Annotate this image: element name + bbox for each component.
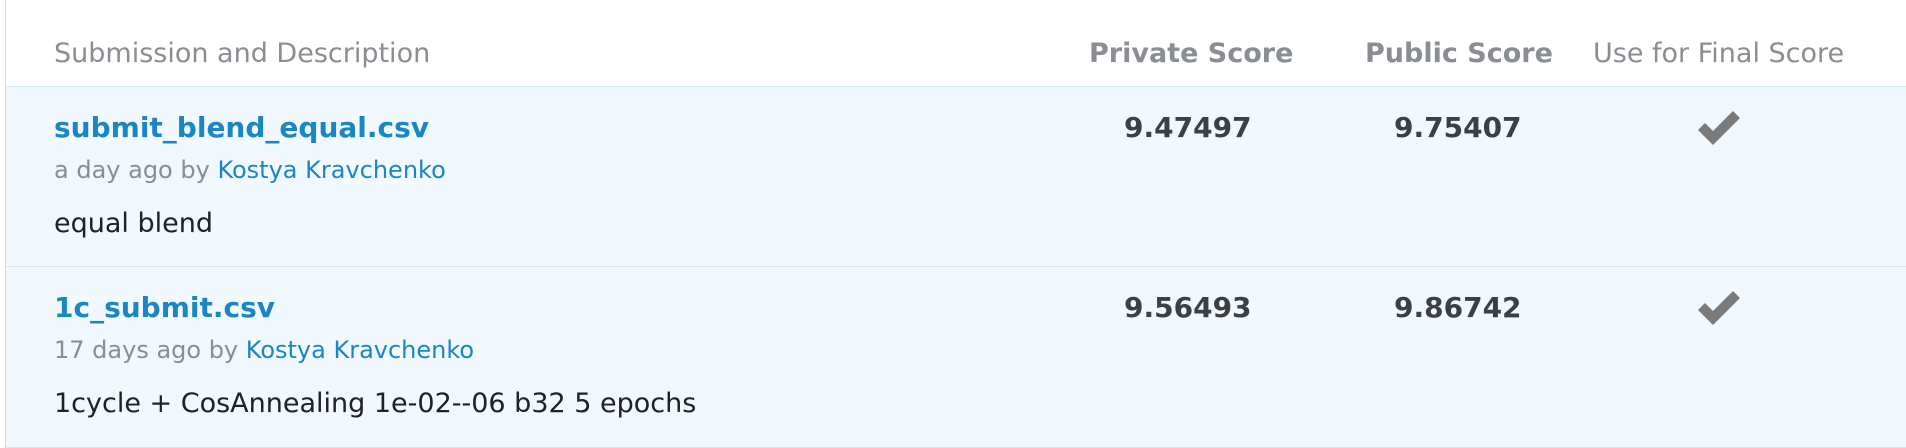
header-use-for-final-score: Use for Final Score [1593,38,1845,69]
checkmark-icon[interactable] [1696,290,1742,328]
table-row: submit_blend_equal.csv a day ago by Kost… [6,87,1906,267]
submission-description: equal blend [54,208,213,239]
author-link[interactable]: Kostya Kravchenko [217,156,445,184]
submissions-table: Submission and Description Private Score… [5,0,1906,448]
header-public-score[interactable]: Public Score [1365,38,1553,70]
table-header: Submission and Description Private Score… [6,0,1906,87]
private-score: 9.47497 [1124,111,1252,144]
submission-time: a day ago by [54,156,210,184]
submission-meta: a day ago by Kostya Kravchenko [54,155,446,185]
submission-description: 1cycle + CosAnnealing 1e-02--06 b32 5 ep… [54,388,697,419]
submission-meta: 17 days ago by Kostya Kravchenko [54,335,474,365]
private-score: 9.56493 [1124,291,1252,324]
checkmark-icon[interactable] [1696,110,1742,148]
submission-time: 17 days ago by [54,336,239,364]
public-score: 9.75407 [1394,111,1522,144]
submission-file-link[interactable]: submit_blend_equal.csv [54,111,429,145]
author-link[interactable]: Kostya Kravchenko [246,336,474,364]
header-private-score[interactable]: Private Score [1089,38,1293,70]
public-score: 9.86742 [1394,291,1522,324]
header-submission-description[interactable]: Submission and Description [54,38,430,70]
submission-file-link[interactable]: 1c_submit.csv [54,291,275,325]
table-row: 1c_submit.csv 17 days ago by Kostya Krav… [6,267,1906,448]
